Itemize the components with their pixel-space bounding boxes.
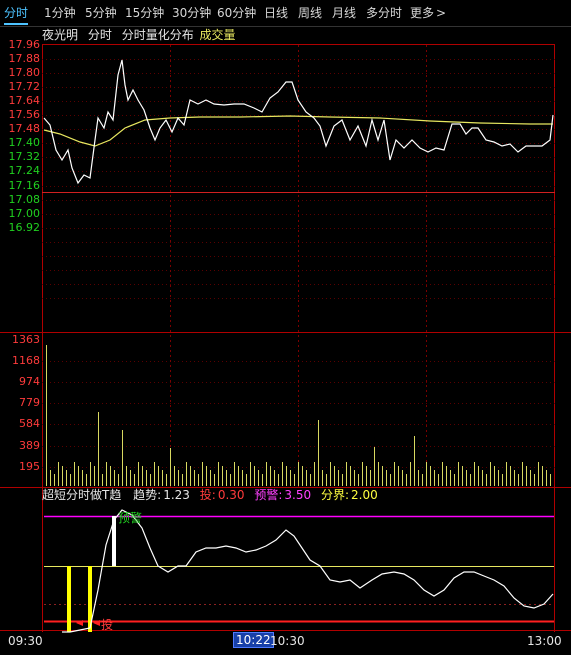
buy-label: 投: xyxy=(199,488,216,502)
indicator-name[interactable]: 超短分时做T趋 xyxy=(42,488,121,502)
volume-tick-label: 389 xyxy=(19,438,40,452)
volume-tick-label: 1363 xyxy=(12,333,40,346)
signal-bar-1 xyxy=(67,566,71,632)
price-tick-label: 17.96 xyxy=(8,38,41,51)
price-tick-label: 17.16 xyxy=(8,178,41,192)
trend-value: 1.23 xyxy=(163,488,190,502)
divide-label: 分界: xyxy=(320,488,349,502)
volume-tick-label: 584 xyxy=(19,417,40,431)
volume-tick-label: 1168 xyxy=(12,354,40,368)
warn-mark-label: 预警 xyxy=(118,511,143,525)
price-tick-label: 16.92 xyxy=(8,220,41,234)
volume-tick-label: 779 xyxy=(19,396,40,410)
price-tick-label: 17.64 xyxy=(8,94,41,108)
volume-tick-label: 974 xyxy=(19,375,40,389)
time-close: 13:00 xyxy=(527,634,562,648)
time-mid: 10:30 xyxy=(270,634,305,648)
warn-label: 预警: xyxy=(254,488,283,502)
vertical-grid xyxy=(170,45,427,487)
chart-canvas[interactable] xyxy=(0,0,571,655)
trend-label: 趋势: xyxy=(133,488,162,502)
time-open: 09:30 xyxy=(8,634,43,648)
price-tick-label: 17.40 xyxy=(8,136,41,150)
divide-value: 2.00 xyxy=(351,488,378,502)
indicator-line xyxy=(62,509,554,633)
price-tick-label: 17.24 xyxy=(8,164,41,178)
price-tick-label: 17.88 xyxy=(8,52,41,66)
price-tick-label: 17.32 xyxy=(8,150,41,164)
volume-tick-label: 195 xyxy=(19,459,40,473)
price-tick-label: 17.72 xyxy=(8,80,41,94)
price-tick-label: 17.48 xyxy=(8,122,41,136)
buy-mark-label: 投 xyxy=(101,618,114,632)
warn-value: 3.50 xyxy=(284,488,312,502)
price-tick-label: 17.56 xyxy=(8,108,41,122)
buy-value: 0.30 xyxy=(217,488,245,502)
price-tick-label: 17.08 xyxy=(8,192,41,206)
indicator-legend: 超短分时做T趋 趋势: 1.23 投: 0.30 预警: 3.50 分界: 2.00 xyxy=(42,487,380,503)
price-tick-label: 17.00 xyxy=(8,206,41,220)
price-tick-label: 17.80 xyxy=(8,66,41,80)
time-cursor: 10:22 xyxy=(233,632,274,648)
